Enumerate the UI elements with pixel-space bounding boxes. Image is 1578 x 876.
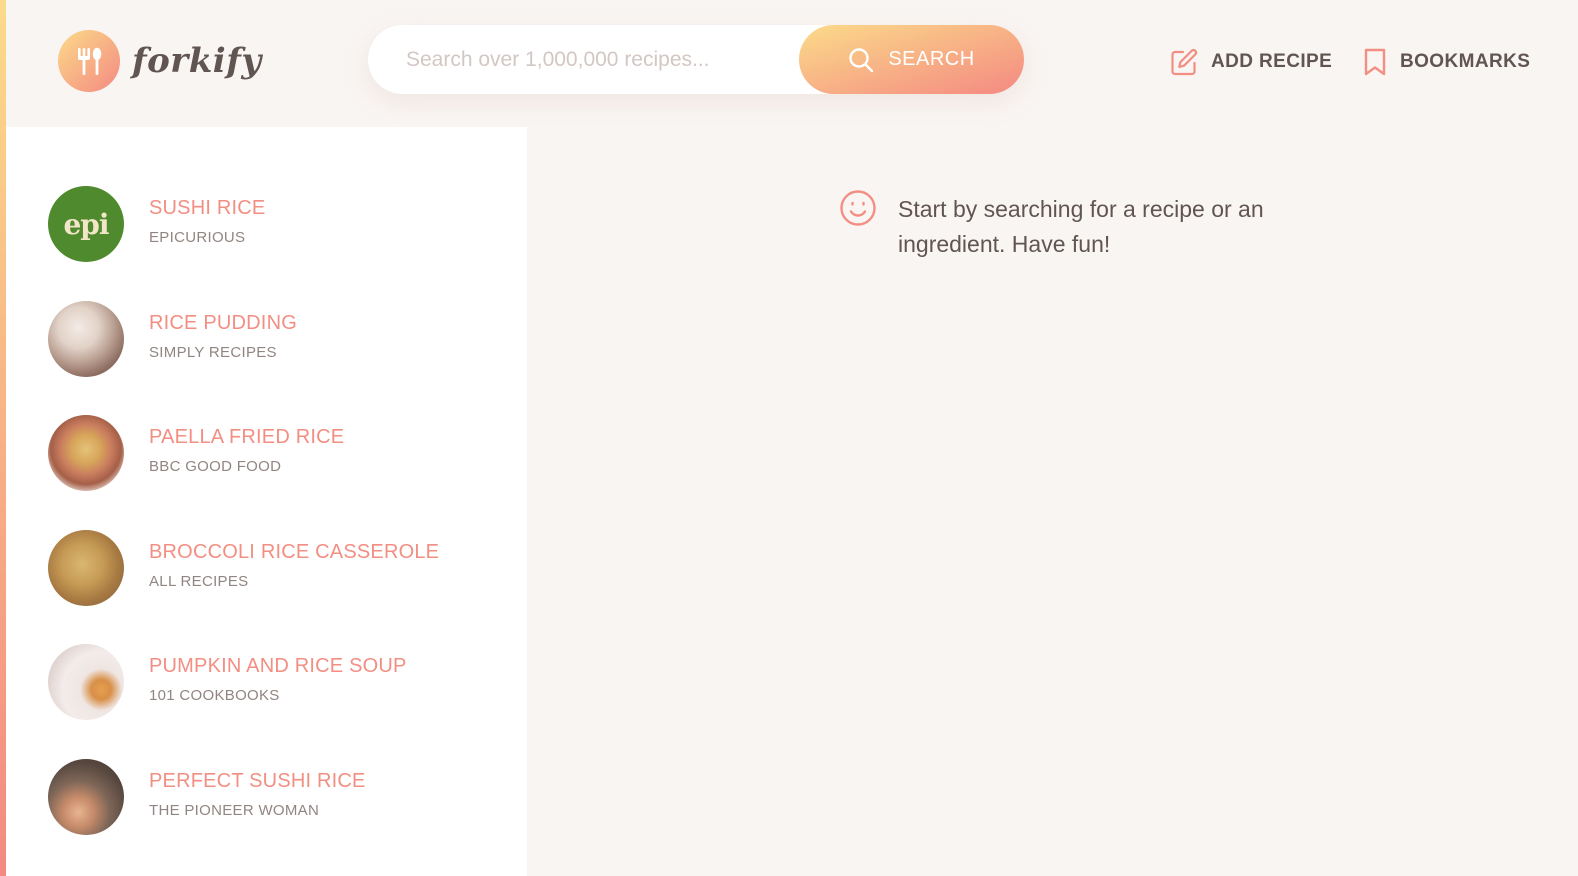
result-item[interactable]: BROCCOLI RICE CASSEROLE ALL RECIPES: [6, 510, 527, 625]
result-title: PUMPKIN AND RICE SOUP: [149, 655, 407, 677]
smile-icon: [838, 188, 878, 232]
result-item[interactable]: PERFECT SUSHI RICE THE PIONEER WOMAN: [6, 739, 527, 854]
result-item[interactable]: RICE PUDDING SIMPLY RECIPES: [6, 281, 527, 396]
result-publisher: BBC GOOD FOOD: [149, 458, 282, 475]
result-thumbnail: [48, 644, 124, 720]
result-publisher: 101 COOKBOOKS: [149, 687, 280, 704]
message-text: Start by searching for a recipe or an in…: [898, 196, 1264, 257]
fork-spoon-icon: [58, 30, 120, 92]
result-title: PAELLA FRIED RICE: [149, 426, 345, 448]
search-input[interactable]: [406, 25, 796, 94]
result-thumbnail: [48, 415, 124, 491]
search-button[interactable]: SEARCH: [799, 25, 1024, 94]
result-thumbnail: [48, 530, 124, 606]
result-thumbnail: [48, 759, 124, 835]
search-results: epi SUSHI RICE EPICURIOUS RICE PUDDING S…: [6, 127, 527, 876]
result-thumbnail: epi: [48, 186, 124, 262]
search-form: SEARCH: [368, 25, 1024, 94]
result-publisher: EPICURIOUS: [149, 229, 246, 246]
bookmark-icon: [1362, 47, 1388, 77]
logo[interactable]: forkify: [58, 30, 262, 92]
bookmarks-label: BOOKMARKS: [1400, 51, 1531, 72]
add-recipe-label: ADD RECIPE: [1211, 51, 1333, 72]
bookmarks-button[interactable]: BOOKMARKS: [1362, 44, 1530, 80]
result-item[interactable]: PAELLA FRIED RICE BBC GOOD FOOD: [6, 395, 527, 510]
app-window: forkify SEARCH ADD RECI: [0, 0, 1578, 876]
header: forkify SEARCH ADD RECI: [6, 0, 1578, 127]
result-publisher: THE PIONEER WOMAN: [149, 802, 320, 819]
result-item[interactable]: PUMPKIN AND RICE SOUP 101 COOKBOOKS: [6, 624, 527, 739]
result-title: BROCCOLI RICE CASSEROLE: [149, 541, 440, 563]
result-title: PERFECT SUSHI RICE: [149, 770, 366, 792]
result-title: RICE PUDDING: [149, 312, 297, 334]
epi-logo: epi: [63, 207, 109, 241]
result-item[interactable]: epi SUSHI RICE EPICURIOUS: [6, 166, 527, 281]
result-title: SUSHI RICE: [149, 197, 266, 219]
search-button-label: SEARCH: [888, 48, 975, 70]
search-icon: [848, 47, 874, 73]
logo-text: forkify: [132, 41, 262, 81]
result-publisher: ALL RECIPES: [149, 573, 249, 590]
result-thumbnail: [48, 301, 124, 377]
add-recipe-button[interactable]: ADD RECIPE: [1169, 44, 1332, 80]
result-publisher: SIMPLY RECIPES: [149, 344, 277, 361]
edit-icon: [1169, 47, 1199, 77]
